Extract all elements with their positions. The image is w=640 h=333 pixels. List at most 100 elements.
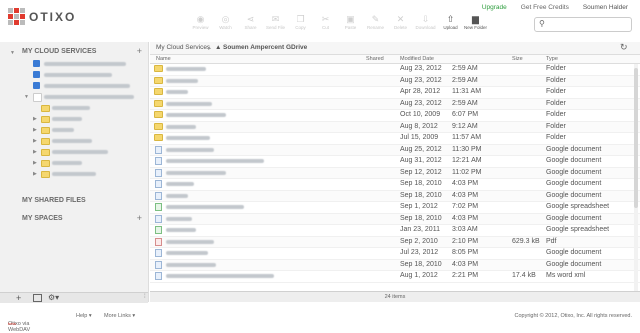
toolbar-rename-button[interactable]: ✎ Rename [363,14,388,31]
file-row[interactable]: Oct 10, 2009 6:07 PM Folder [150,110,640,122]
toolbar-watch-button[interactable]: ◎ Watch [213,14,238,31]
file-type: Google spreadsheet [546,226,610,233]
sidebar-folder-7[interactable]: ▶ [0,170,148,178]
toolbar-preview-button[interactable]: ◉ Preview [188,14,213,31]
toolbar-upload-button[interactable]: ⇧ Upload [438,14,463,31]
breadcrumb-root[interactable]: My Cloud Services [156,44,210,51]
toolbar-delete-button[interactable]: ✕ Delete [388,14,413,31]
file-row[interactable]: Sep 12, 2012 11:02 PM Google document [150,167,640,179]
sidebar-folder-4[interactable]: ▶ [0,137,148,145]
file-row[interactable]: Aug 23, 2012 2:59 AM Folder [150,98,640,110]
file-row[interactable]: Apr 28, 2012 11:31 AM Folder [150,87,640,99]
otixo-logo[interactable]: OTIXO [8,8,76,25]
refresh-icon[interactable]: ↻ [620,42,628,53]
search-input[interactable]: ⚲ [534,17,632,32]
sidebar-item-cloud-2[interactable] [0,71,148,79]
add-cloud-service-icon[interactable]: + [137,46,142,56]
expand-triangle-icon[interactable]: ▶ [33,149,37,155]
sidebar-folder-5[interactable]: ▶ [0,148,148,156]
file-type: Folder [546,99,566,107]
modified-date: Jul 23, 2012 [400,249,439,256]
file-row[interactable]: Sep 18, 2010 4:03 PM Google document [150,190,640,202]
window-icon[interactable] [33,294,42,302]
help-menu[interactable]: Help ▾ [76,313,92,319]
shared-files-title[interactable]: MY SHARED FILES [22,197,86,204]
column-name[interactable]: Name [156,56,171,62]
scrollbar-thumb[interactable] [634,68,638,208]
file-row[interactable]: Sep 18, 2010 4:03 PM Google document [150,259,640,271]
toolbar-label: Download [415,25,436,30]
file-type: Google document [546,260,602,268]
file-row[interactable]: Sep 18, 2010 4:03 PM Google document [150,213,640,225]
resize-handle-icon[interactable]: ⁞ [144,294,146,300]
toolbar-new-folder-button[interactable]: ▆ New Folder [463,14,488,31]
expand-triangle-icon[interactable]: ▶ [33,171,37,177]
expand-triangle-icon[interactable]: ▼ [24,94,29,100]
sidebar-item-cloud-4[interactable]: ▼ [0,93,148,102]
sidebar-folder-1[interactable] [0,104,148,112]
toolbar-paste-button[interactable]: ▣ Paste [338,14,363,31]
toolbar-send-file-button[interactable]: ✉ Send File [263,14,288,31]
file-row[interactable]: Aug 23, 2012 2:59 AM Folder [150,64,640,76]
folder-icon [41,160,50,167]
toolbar-share-button[interactable]: ⋖ Share [238,14,263,31]
settings-gear-icon[interactable]: ⚙▾ [48,293,59,303]
file-row[interactable]: Jan 23, 2011 3:03 AM Google spreadsheet [150,225,640,237]
folder-icon [41,127,50,134]
add-space-icon[interactable]: + [137,213,142,223]
sidebar-item-cloud-1[interactable] [0,60,148,68]
modified-date: Sep 18, 2010 [400,180,442,187]
file-row[interactable]: Sep 2, 2010 2:10 PM 629.3 kB Pdf [150,236,640,248]
breadcrumb-current[interactable]: Soumen Ampercent GDrive [223,44,307,51]
toolbar-label: Cut [321,25,329,30]
file-row[interactable]: Aug 1, 2012 2:21 PM 17.4 kB Ms word xml [150,271,640,283]
file-name-redacted [166,124,196,129]
expand-triangle-icon[interactable]: ▶ [33,138,37,144]
file-row[interactable]: Aug 8, 2012 9:12 AM Folder [150,121,640,133]
sidebar-folder-6[interactable]: ▶ [0,159,148,167]
file-row[interactable]: Aug 25, 2012 11:30 PM Google document [150,144,640,156]
file-name-redacted [166,205,244,209]
dropbox-icon [33,82,40,89]
free-credits-link[interactable]: Get Free Credits [521,4,569,11]
sidebar-folder-3[interactable]: ▶ [0,126,148,134]
spaces-title[interactable]: MY SPACES [22,215,63,222]
modified-date: Sep 12, 2012 [400,168,442,176]
file-name-redacted [166,182,194,186]
collapse-triangle-icon[interactable]: ▼ [10,50,15,56]
document-icon [155,249,162,257]
file-row[interactable]: Jul 15, 2009 11:57 AM Folder [150,133,640,145]
file-row[interactable]: Aug 31, 2012 12:21 AM Google document [150,156,640,168]
cloud-services-title[interactable]: MY CLOUD SERVICES [22,48,96,55]
expand-triangle-icon[interactable]: ▶ [33,160,37,166]
file-row[interactable]: Sep 1, 2012 7:02 PM Google spreadsheet [150,202,640,214]
file-row[interactable]: Aug 23, 2012 2:59 AM Folder [150,75,640,87]
more-links-menu[interactable]: More Links ▾ [104,313,135,319]
expand-triangle-icon[interactable]: ▶ [33,127,37,133]
modified-date: Aug 25, 2012 [400,145,442,153]
cut-icon: ✂ [321,14,330,24]
column-type[interactable]: Type [546,56,558,62]
document-icon [155,157,162,165]
file-type: Google document [546,180,602,187]
modified-time: 12:21 AM [452,157,482,164]
sidebar-item-cloud-3[interactable] [0,82,148,90]
column-shared[interactable]: Shared [366,56,384,62]
toolbar-cut-button[interactable]: ✂ Cut [313,14,338,31]
expand-triangle-icon[interactable]: ▶ [33,116,37,122]
logo-mark-icon [8,8,25,25]
sidebar-folder-2[interactable]: ▶ [0,115,148,123]
toolbar-copy-button[interactable]: ❐ Copy [288,14,313,31]
user-menu[interactable]: Soumen Halder [583,4,628,11]
modified-date: Oct 10, 2009 [400,111,441,118]
column-modified[interactable]: Modified Date [400,56,434,62]
file-row[interactable]: Sep 18, 2010 4:03 PM Google document [150,179,640,191]
column-size[interactable]: Size [512,56,523,62]
add-icon[interactable]: + [16,293,21,303]
file-list: Aug 23, 2012 2:59 AM Folder Aug 23, 2012 2:5… [150,64,640,291]
file-row[interactable]: Jul 23, 2012 8:05 PM Google document [150,248,640,260]
file-name-redacted [166,193,188,198]
scrollbar[interactable] [634,64,638,291]
upgrade-link[interactable]: Upgrade [482,4,507,11]
toolbar-download-button[interactable]: ⇩ Download [413,14,438,31]
